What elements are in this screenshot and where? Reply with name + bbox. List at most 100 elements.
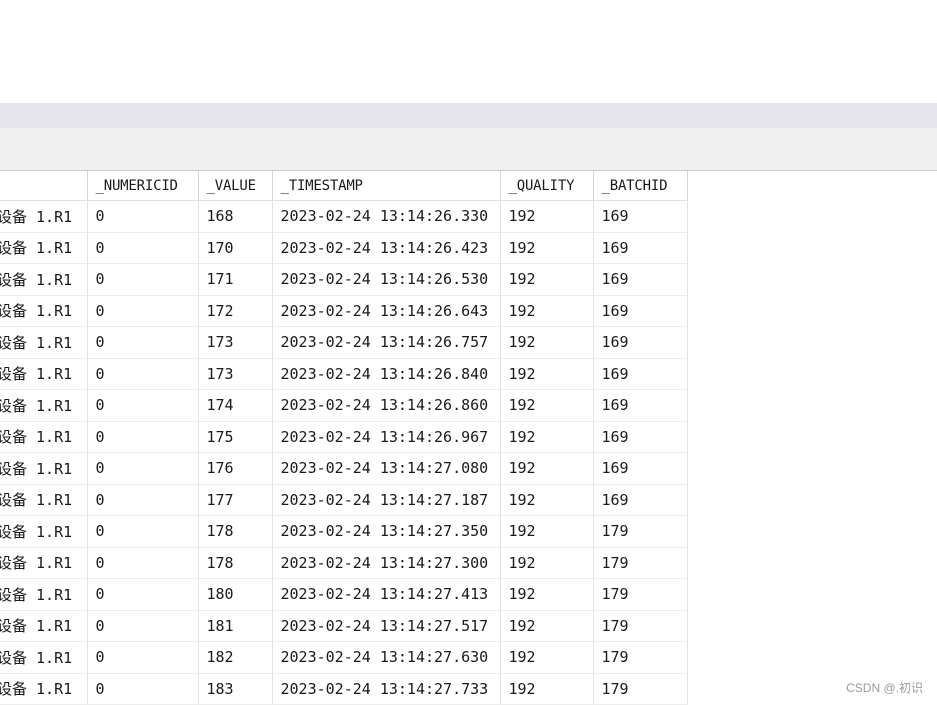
- cell-name[interactable]: 设备 1.R1: [0, 232, 88, 264]
- cell-value[interactable]: 173: [198, 358, 273, 390]
- cell-numericid[interactable]: 0: [87, 547, 199, 579]
- cell-timestamp[interactable]: 2023-02-24 13:14:26.330: [272, 200, 501, 233]
- cell-name[interactable]: 设备 1.R1: [0, 326, 88, 359]
- cell-numericid[interactable]: 0: [87, 389, 199, 422]
- table-row[interactable]: 设备 1.R1 0 183 2023-02-24 13:14:27.733 192 179: [0, 673, 688, 705]
- cell-numericid[interactable]: 0: [87, 673, 199, 705]
- cell-value[interactable]: 172: [198, 295, 273, 327]
- cell-timestamp[interactable]: 2023-02-24 13:14:27.413: [272, 578, 501, 611]
- cell-value[interactable]: 176: [198, 452, 273, 485]
- cell-timestamp[interactable]: 2023-02-24 13:14:27.517: [272, 610, 501, 642]
- cell-batchid[interactable]: 169: [593, 232, 688, 264]
- cell-numericid[interactable]: 0: [87, 295, 199, 327]
- cell-quality[interactable]: 192: [500, 452, 594, 485]
- cell-value[interactable]: 181: [198, 610, 273, 642]
- table-row[interactable]: 设备 1.R1 0 180 2023-02-24 13:14:27.413 192 179: [0, 578, 688, 611]
- cell-batchid[interactable]: 179: [593, 610, 688, 642]
- table-row[interactable]: 设备 1.R1 0 170 2023-02-24 13:14:26.423 192 169: [0, 232, 688, 264]
- table-row[interactable]: 设备 1.R1 0 175 2023-02-24 13:14:26.967 192 169: [0, 421, 688, 453]
- cell-value[interactable]: 178: [198, 515, 273, 548]
- cell-batchid[interactable]: 169: [593, 484, 688, 516]
- cell-batchid[interactable]: 179: [593, 578, 688, 611]
- cell-numericid[interactable]: 0: [87, 515, 199, 548]
- cell-name[interactable]: 设备 1.R1: [0, 263, 88, 296]
- cell-quality[interactable]: 192: [500, 578, 594, 611]
- cell-value[interactable]: 177: [198, 484, 273, 516]
- cell-timestamp[interactable]: 2023-02-24 13:14:27.630: [272, 641, 501, 674]
- table-row[interactable]: 设备 1.R1 0 168 2023-02-24 13:14:26.330 192 169: [0, 200, 688, 233]
- cell-timestamp[interactable]: 2023-02-24 13:14:26.643: [272, 295, 501, 327]
- cell-batchid[interactable]: 179: [593, 641, 688, 674]
- column-header-timestamp[interactable]: _TIMESTAMP: [272, 171, 501, 201]
- cell-numericid[interactable]: 0: [87, 232, 199, 264]
- cell-quality[interactable]: 192: [500, 484, 594, 516]
- cell-timestamp[interactable]: 2023-02-24 13:14:26.967: [272, 421, 501, 453]
- cell-timestamp[interactable]: 2023-02-24 13:14:26.423: [272, 232, 501, 264]
- cell-quality[interactable]: 192: [500, 547, 594, 579]
- cell-batchid[interactable]: 169: [593, 295, 688, 327]
- cell-name[interactable]: 设备 1.R1: [0, 452, 88, 485]
- cell-quality[interactable]: 192: [500, 389, 594, 422]
- cell-value[interactable]: 180: [198, 578, 273, 611]
- cell-batchid[interactable]: 179: [593, 515, 688, 548]
- cell-batchid[interactable]: 169: [593, 200, 688, 233]
- cell-quality[interactable]: 192: [500, 326, 594, 359]
- cell-timestamp[interactable]: 2023-02-24 13:14:27.350: [272, 515, 501, 548]
- table-row[interactable]: 设备 1.R1 0 173 2023-02-24 13:14:26.757 192 169: [0, 326, 688, 359]
- column-header-quality[interactable]: _QUALITY: [500, 171, 594, 201]
- cell-timestamp[interactable]: 2023-02-24 13:14:27.300: [272, 547, 501, 579]
- cell-name[interactable]: 设备 1.R1: [0, 610, 88, 642]
- cell-quality[interactable]: 192: [500, 641, 594, 674]
- cell-timestamp[interactable]: 2023-02-24 13:14:26.757: [272, 326, 501, 359]
- column-header-value[interactable]: _VALUE: [198, 171, 273, 201]
- cell-batchid[interactable]: 169: [593, 263, 688, 296]
- table-row[interactable]: 设备 1.R1 0 178 2023-02-24 13:14:27.350 192 179: [0, 515, 688, 548]
- table-row[interactable]: 设备 1.R1 0 178 2023-02-24 13:14:27.300 192 179: [0, 547, 688, 579]
- cell-batchid[interactable]: 169: [593, 421, 688, 453]
- cell-numericid[interactable]: 0: [87, 263, 199, 296]
- cell-value[interactable]: 178: [198, 547, 273, 579]
- cell-quality[interactable]: 192: [500, 421, 594, 453]
- cell-numericid[interactable]: 0: [87, 484, 199, 516]
- cell-batchid[interactable]: 169: [593, 358, 688, 390]
- cell-timestamp[interactable]: 2023-02-24 13:14:27.080: [272, 452, 501, 485]
- cell-name[interactable]: 设备 1.R1: [0, 358, 88, 390]
- table-row[interactable]: 设备 1.R1 0 174 2023-02-24 13:14:26.860 192 169: [0, 389, 688, 422]
- cell-batchid[interactable]: 169: [593, 389, 688, 422]
- table-row[interactable]: 设备 1.R1 0 177 2023-02-24 13:14:27.187 192 169: [0, 484, 688, 516]
- cell-batchid[interactable]: 169: [593, 326, 688, 359]
- table-row[interactable]: 设备 1.R1 0 176 2023-02-24 13:14:27.080 192 169: [0, 452, 688, 485]
- cell-value[interactable]: 175: [198, 421, 273, 453]
- cell-quality[interactable]: 192: [500, 263, 594, 296]
- table-row[interactable]: 设备 1.R1 0 172 2023-02-24 13:14:26.643 192 169: [0, 295, 688, 327]
- cell-timestamp[interactable]: 2023-02-24 13:14:26.840: [272, 358, 501, 390]
- cell-name[interactable]: 设备 1.R1: [0, 578, 88, 611]
- cell-value[interactable]: 170: [198, 232, 273, 264]
- cell-quality[interactable]: 192: [500, 295, 594, 327]
- cell-quality[interactable]: 192: [500, 200, 594, 233]
- cell-numericid[interactable]: 0: [87, 610, 199, 642]
- cell-timestamp[interactable]: 2023-02-24 13:14:26.530: [272, 263, 501, 296]
- cell-name[interactable]: 设备 1.R1: [0, 421, 88, 453]
- cell-quality[interactable]: 192: [500, 673, 594, 705]
- cell-numericid[interactable]: 0: [87, 421, 199, 453]
- cell-numericid[interactable]: 0: [87, 326, 199, 359]
- cell-numericid[interactable]: 0: [87, 578, 199, 611]
- cell-value[interactable]: 168: [198, 200, 273, 233]
- cell-name[interactable]: 设备 1.R1: [0, 295, 88, 327]
- cell-timestamp[interactable]: 2023-02-24 13:14:26.860: [272, 389, 501, 422]
- cell-value[interactable]: 174: [198, 389, 273, 422]
- cell-quality[interactable]: 192: [500, 515, 594, 548]
- cell-timestamp[interactable]: 2023-02-24 13:14:27.733: [272, 673, 501, 705]
- cell-numericid[interactable]: 0: [87, 200, 199, 233]
- column-header-numericid[interactable]: _NUMERICID: [87, 171, 199, 201]
- cell-name[interactable]: 设备 1.R1: [0, 200, 88, 233]
- cell-name[interactable]: 设备 1.R1: [0, 515, 88, 548]
- cell-numericid[interactable]: 0: [87, 358, 199, 390]
- cell-batchid[interactable]: 179: [593, 547, 688, 579]
- column-header-batchid[interactable]: _BATCHID: [593, 171, 688, 201]
- cell-numericid[interactable]: 0: [87, 641, 199, 674]
- table-row[interactable]: 设备 1.R1 0 182 2023-02-24 13:14:27.630 192 179: [0, 641, 688, 674]
- cell-name[interactable]: 设备 1.R1: [0, 641, 88, 674]
- cell-timestamp[interactable]: 2023-02-24 13:14:27.187: [272, 484, 501, 516]
